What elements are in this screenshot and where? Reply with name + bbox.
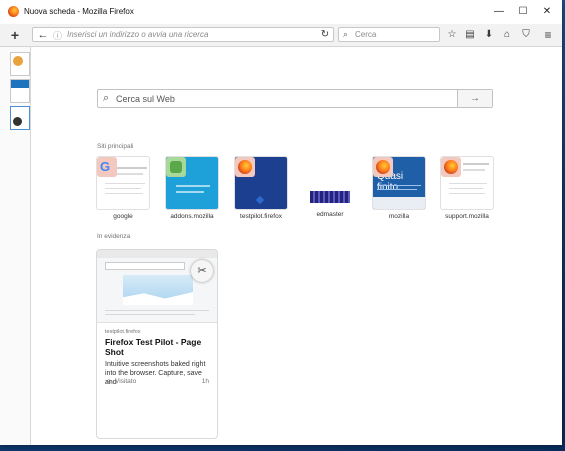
web-search-input[interactable]: Cerca sul Web: [116, 94, 175, 104]
visited-icon: ⊙: [106, 379, 112, 386]
scissors-icon: ✂: [191, 260, 213, 282]
web-search-box[interactable]: ⌕ Cerca sul Web →: [97, 89, 493, 108]
firefox-logo-icon: [235, 157, 255, 177]
download-icon[interactable]: ⬇: [481, 27, 497, 43]
new-tab-page: ⌕ Cerca sul Web → Siti principali G goog…: [31, 47, 562, 445]
highlights-title: In evidenza: [97, 233, 131, 240]
url-input[interactable]: Inserisci un indirizzo o avvia una ricer…: [67, 30, 208, 39]
top-sites-title: Siti principali: [97, 143, 134, 150]
top-site-tile-google[interactable]: G: [97, 157, 149, 209]
top-site-label: support.mozilla: [445, 213, 489, 220]
highlight-source: testpilot.firefox: [105, 329, 141, 335]
edmaster-logo-icon: [310, 191, 350, 203]
tab-favicon-icon: [13, 56, 23, 66]
top-site-label: testpilot.firefox: [240, 213, 282, 220]
tab-thumbnail-3-active[interactable]: [10, 106, 30, 130]
title-bar: Nuova scheda - Mozilla Firefox — ☐ ✕: [0, 0, 562, 25]
top-site-tile-edmaster[interactable]: [304, 157, 356, 209]
top-site-tile-support[interactable]: [441, 157, 493, 209]
puzzle-piece-icon: [166, 157, 186, 177]
tab-favicon-icon: [13, 117, 22, 126]
maximize-button[interactable]: ☐: [511, 4, 535, 19]
top-site-label: edmaster: [316, 211, 344, 218]
window-title: Nuova scheda - Mozilla Firefox: [24, 7, 134, 16]
search-input[interactable]: Cerca: [355, 30, 376, 39]
info-icon[interactable]: ⓘ: [53, 29, 62, 42]
menu-icon[interactable]: ≡: [540, 27, 556, 43]
tab-sidebar: [0, 47, 31, 445]
home-icon[interactable]: ⌂: [499, 27, 515, 43]
search-go-button[interactable]: →: [457, 90, 492, 107]
pocket-icon[interactable]: ⛉: [518, 27, 534, 43]
highlight-preview-image: ✂: [97, 250, 217, 323]
highlight-status: Visitato: [115, 378, 137, 385]
top-site-tile-testpilot[interactable]: [235, 157, 287, 209]
tab-thumbnail-2[interactable]: [10, 79, 30, 103]
highlight-card[interactable]: ✂ testpilot.firefox Firefox Test Pilot -…: [97, 250, 217, 438]
firefox-icon: [8, 6, 19, 17]
firefox-logo-icon: [373, 157, 393, 177]
search-icon: ⌕: [343, 29, 349, 39]
new-tab-icon[interactable]: +: [7, 27, 23, 43]
top-site-label: google: [113, 213, 133, 220]
navigation-toolbar: + ← ⓘ Inserisci un indirizzo o avvia una…: [0, 24, 562, 47]
bookmark-star-icon[interactable]: ☆: [444, 27, 460, 43]
minimize-button[interactable]: —: [487, 4, 511, 19]
google-g-icon: G: [97, 157, 117, 177]
url-bar[interactable]: ← ⓘ Inserisci un indirizzo o avvia una r…: [32, 27, 334, 42]
browser-window: Nuova scheda - Mozilla Firefox — ☐ ✕ + ←…: [0, 0, 562, 445]
close-button[interactable]: ✕: [535, 4, 559, 19]
highlight-age: 1h: [201, 378, 209, 385]
top-site-label: addons.mozilla: [170, 213, 214, 220]
search-bar[interactable]: ⌕ Cerca: [338, 27, 440, 42]
search-icon: ⌕: [103, 92, 110, 104]
top-site-label: mozilla: [388, 213, 410, 220]
top-site-tile-mozilla[interactable]: Quasi finito.: [373, 157, 425, 209]
firefox-logo-icon: [441, 157, 461, 177]
highlight-title: Firefox Test Pilot - Page Shot: [105, 337, 202, 357]
library-icon[interactable]: ▤: [462, 27, 478, 43]
tab-thumbnail-1[interactable]: [10, 52, 30, 76]
reload-icon[interactable]: ↻: [317, 27, 333, 43]
top-site-tile-addons[interactable]: [166, 157, 218, 209]
back-icon[interactable]: ←: [35, 27, 51, 43]
